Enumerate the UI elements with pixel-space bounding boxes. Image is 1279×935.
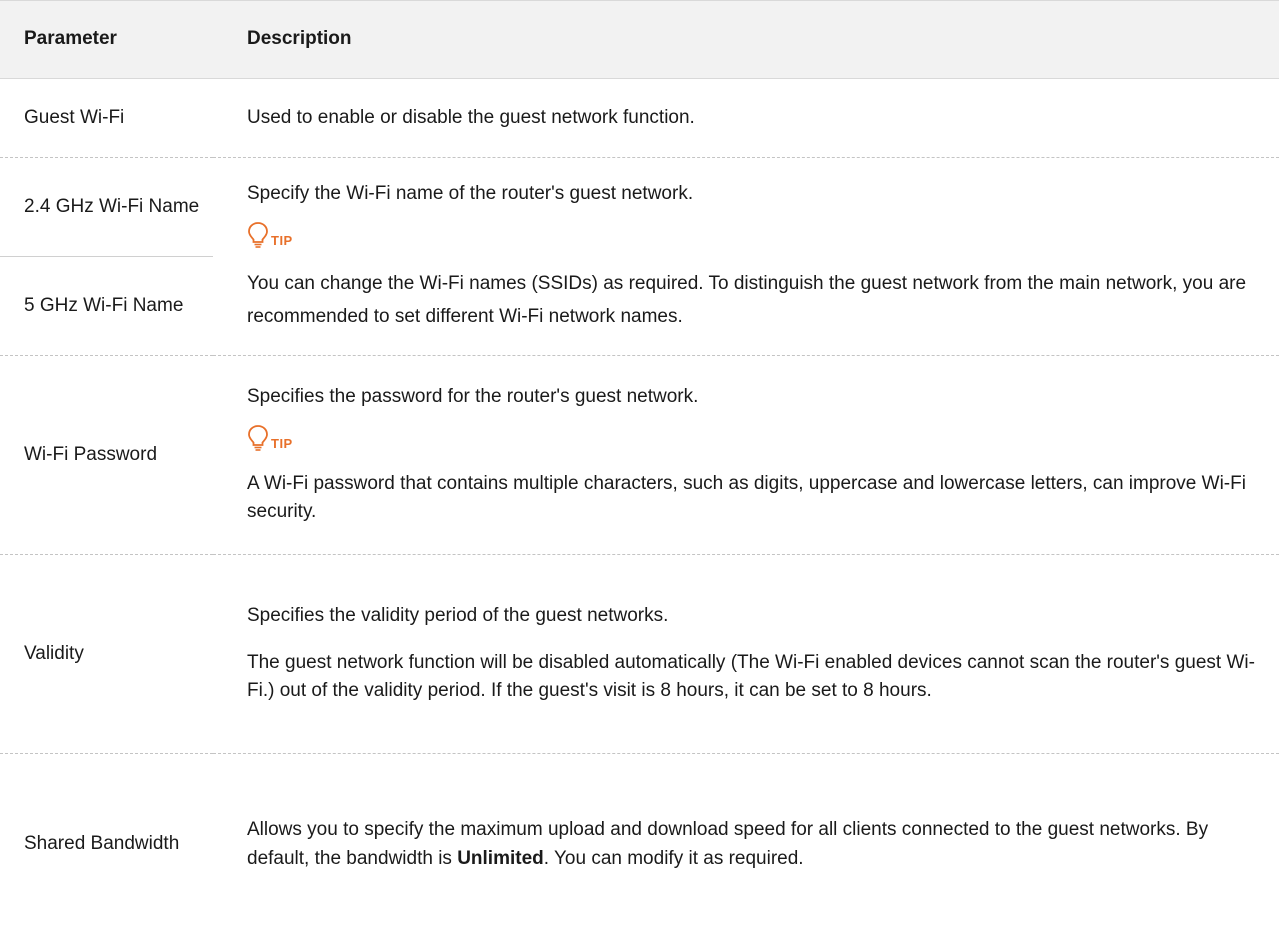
desc-text: Used to enable or disable the guest netw…	[247, 104, 1259, 133]
table-row: Shared Bandwidth Allows you to specify t…	[0, 754, 1279, 935]
param-24ghz-name: 2.4 GHz Wi-Fi Name	[0, 158, 213, 257]
table-row: Wi-Fi Password Specifies the password fo…	[0, 356, 1279, 555]
desc-text-post: . You can modify it as required.	[544, 848, 804, 869]
table-header: Parameter Description	[0, 1, 1279, 79]
tip-body: A Wi-Fi password that contains multiple …	[247, 470, 1259, 527]
desc-text-detail: The guest network function will be disab…	[247, 649, 1259, 706]
header-parameter: Parameter	[0, 1, 213, 79]
tip-body: You can change the Wi-Fi names (SSIDs) a…	[247, 267, 1259, 334]
desc-text: Specifies the password for the router's …	[247, 383, 1259, 412]
table-row: Guest Wi-Fi Used to enable or disable th…	[0, 79, 1279, 158]
desc-validity: Specifies the validity period of the gue…	[213, 555, 1279, 754]
table-row: Validity Specifies the validity period o…	[0, 555, 1279, 754]
table-row: 2.4 GHz Wi-Fi Name 5 GHz Wi-Fi Name Spec…	[0, 158, 1279, 356]
tip-text: TIP	[271, 437, 293, 450]
param-wifi-names: 2.4 GHz Wi-Fi Name 5 GHz Wi-Fi Name	[0, 158, 213, 356]
desc-text: Specifies the validity period of the gue…	[247, 602, 1259, 631]
parameter-table: Parameter Description Guest Wi-Fi Used t…	[0, 0, 1279, 935]
desc-guest-wifi: Used to enable or disable the guest netw…	[213, 79, 1279, 158]
tip-label: TIP	[247, 219, 1259, 249]
lightbulb-icon	[247, 424, 269, 452]
header-description: Description	[213, 1, 1279, 79]
desc-wifi-names: Specify the Wi-Fi name of the router's g…	[213, 158, 1279, 356]
param-validity: Validity	[0, 555, 213, 754]
desc-text: Specify the Wi-Fi name of the router's g…	[247, 180, 1259, 209]
desc-shared-bandwidth: Allows you to specify the maximum upload…	[213, 754, 1279, 935]
tip-label: TIP	[247, 422, 1259, 452]
desc-text: Allows you to specify the maximum upload…	[247, 816, 1259, 873]
tip-text: TIP	[271, 234, 293, 247]
desc-text-bold: Unlimited	[457, 848, 544, 869]
param-shared-bandwidth: Shared Bandwidth	[0, 754, 213, 935]
desc-wifi-password: Specifies the password for the router's …	[213, 356, 1279, 555]
lightbulb-icon	[247, 221, 269, 249]
param-5ghz-name: 5 GHz Wi-Fi Name	[0, 257, 213, 356]
param-guest-wifi: Guest Wi-Fi	[0, 79, 213, 158]
param-wifi-password: Wi-Fi Password	[0, 356, 213, 555]
